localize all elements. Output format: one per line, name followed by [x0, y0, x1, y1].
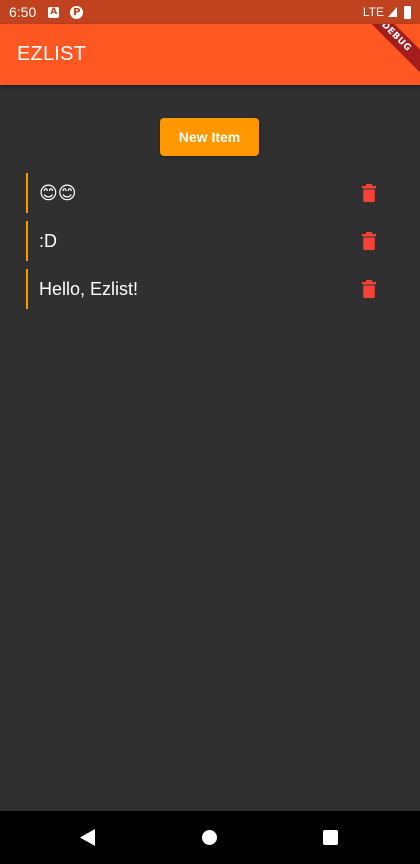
- home-icon[interactable]: [202, 830, 217, 845]
- trash-icon: [362, 232, 376, 250]
- list-item[interactable]: Hello, Ezlist!: [26, 269, 386, 309]
- delete-button[interactable]: [354, 173, 384, 213]
- list-item[interactable]: 😊😊: [26, 173, 386, 213]
- notification-icon-a: A: [48, 6, 60, 18]
- status-time: 6:50: [9, 4, 37, 20]
- network-type: LTE: [362, 5, 384, 19]
- battery-icon: [404, 5, 411, 19]
- delete-button[interactable]: [354, 221, 384, 261]
- app-bar: EZLIST DEBUG: [0, 24, 420, 85]
- back-icon[interactable]: [80, 829, 96, 846]
- main-content: New Item 😊😊 :D Hello, Ezlist!: [0, 85, 420, 811]
- trash-icon: [362, 280, 376, 298]
- status-bar: 6:50 A P LTE: [0, 0, 420, 24]
- trash-icon: [362, 184, 376, 202]
- list-item[interactable]: :D: [26, 221, 386, 261]
- status-right: LTE: [363, 0, 411, 24]
- navigation-bar: [0, 811, 420, 864]
- list-item-text: 😊😊: [39, 183, 77, 203]
- recents-icon[interactable]: [323, 830, 338, 845]
- debug-banner: DEBUG: [347, 24, 420, 85]
- notification-icon-p: P: [70, 5, 84, 19]
- delete-button[interactable]: [354, 269, 384, 309]
- list-item-text: Hello, Ezlist!: [39, 279, 139, 299]
- list-item-text: :D: [39, 231, 57, 251]
- app-title: EZLIST: [17, 43, 86, 65]
- signal-icon: [388, 7, 397, 17]
- new-item-button[interactable]: New Item: [160, 118, 259, 156]
- item-list: 😊😊 :D Hello, Ezlist!: [26, 173, 386, 317]
